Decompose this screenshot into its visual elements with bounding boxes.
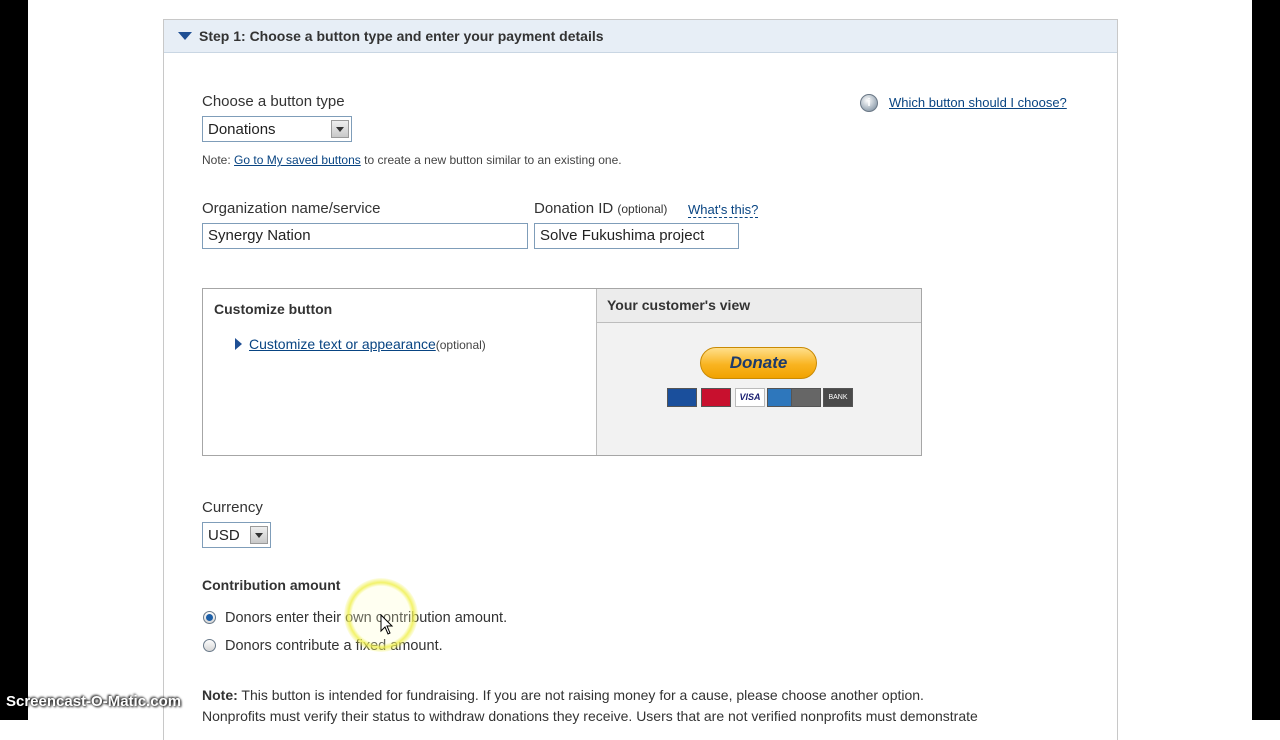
button-type-select[interactable]: Donations xyxy=(202,116,352,142)
footer-note-line1: This button is intended for fundraising.… xyxy=(241,687,924,703)
saved-buttons-link[interactable]: Go to My saved buttons xyxy=(234,153,361,167)
customize-optional: (optional) xyxy=(435,338,486,352)
fixed-amount-label[interactable]: Donors contribute a fixed amount. xyxy=(225,638,443,654)
donation-id-label-group: Donation ID (optional) xyxy=(534,200,667,217)
own-amount-radio[interactable] xyxy=(203,611,216,624)
mouse-pointer-icon xyxy=(380,614,394,635)
note-prefix: Note: xyxy=(202,153,231,167)
which-button-link[interactable]: Which button should I choose? xyxy=(889,95,1067,110)
fundraising-note: Note: This button is intended for fundra… xyxy=(202,687,924,703)
organization-label: Organization name/service xyxy=(202,200,381,217)
discover-card-icon xyxy=(791,388,821,407)
button-type-label: Choose a button type xyxy=(202,93,345,110)
maestro-card-icon xyxy=(667,388,697,407)
expand-triangle-icon[interactable] xyxy=(235,338,242,350)
customize-section: Customize button Customize text or appea… xyxy=(203,289,596,455)
preview-title: Your customer's view xyxy=(597,289,921,323)
bank-icon: BANK xyxy=(823,388,853,407)
visa-card-icon: VISA xyxy=(735,388,765,407)
screencast-watermark: Screencast-O-Matic.com xyxy=(6,693,182,710)
currency-select[interactable]: USD xyxy=(202,522,271,548)
mastercard-icon xyxy=(701,388,731,407)
button-type-value: Donations xyxy=(208,121,276,138)
note-suffix: to create a new button similar to an exi… xyxy=(364,153,622,167)
customize-title: Customize button xyxy=(214,301,333,317)
right-letterbox xyxy=(1252,0,1280,720)
left-letterbox xyxy=(0,0,28,720)
customize-link-group: Customize text or appearance(optional) xyxy=(249,336,486,354)
organization-input[interactable]: Synergy Nation xyxy=(202,223,528,249)
fixed-amount-radio[interactable] xyxy=(203,639,216,652)
customize-text-link[interactable]: Customize text or appearance xyxy=(249,336,436,352)
currency-value: USD xyxy=(208,527,240,544)
donation-id-optional: (optional) xyxy=(617,202,668,216)
step-header-title: Step 1: Choose a button type and enter y… xyxy=(199,28,604,44)
collapse-triangle-icon[interactable] xyxy=(178,32,192,40)
donation-id-input[interactable]: Solve Fukushima project xyxy=(534,223,739,249)
dropdown-arrow-icon[interactable] xyxy=(331,120,349,138)
saved-buttons-note: Note: Go to My saved buttons to create a… xyxy=(202,153,622,167)
donation-id-label: Donation ID xyxy=(534,200,614,217)
contribution-title: Contribution amount xyxy=(202,577,341,593)
footer-note-prefix: Note: xyxy=(202,687,238,703)
currency-label: Currency xyxy=(202,499,263,516)
customize-button-box: Customize button Customize text or appea… xyxy=(202,288,922,456)
donate-button-preview: Donate xyxy=(700,347,817,379)
step-header[interactable]: Step 1: Choose a button type and enter y… xyxy=(164,20,1117,53)
footer-note-line2: Nonprofits must verify their status to w… xyxy=(202,708,978,724)
whats-this-link[interactable]: What's this? xyxy=(688,202,759,218)
customer-view-preview: Your customer's view Donate VISA BANK xyxy=(596,289,921,455)
dropdown-arrow-icon[interactable] xyxy=(250,526,268,544)
help-icon[interactable]: i xyxy=(860,94,878,112)
